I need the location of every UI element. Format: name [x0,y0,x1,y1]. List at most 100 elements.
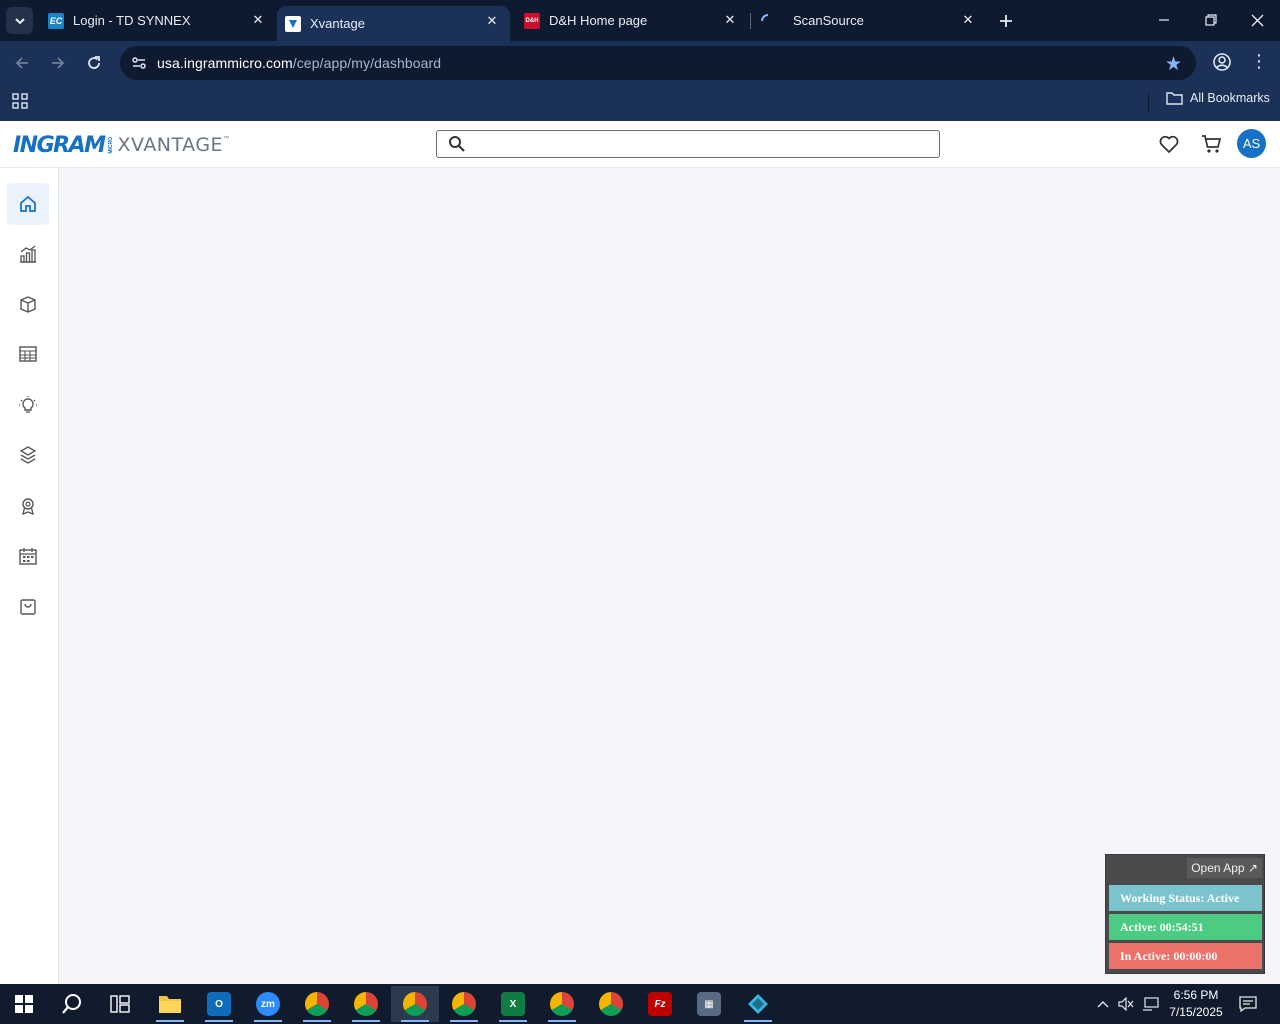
taskbar-chrome-o[interactable] [342,986,390,1022]
task-view-button[interactable] [96,986,144,1022]
tab-search-button[interactable] [6,7,33,34]
start-button[interactable] [0,986,48,1022]
running-indicator [303,1020,331,1022]
sidebar-item-calendar[interactable] [7,535,49,577]
dh-favicon-icon: D&H [524,12,540,29]
running-indicator [205,1020,233,1022]
loading-spinner-icon [760,13,776,29]
ingram-xvantage-logo[interactable]: INGRAM MICRO XVANTAGE ™ [13,132,229,158]
user-avatar[interactable]: AS [1237,129,1266,158]
all-bookmarks-button[interactable]: All Bookmarks [1166,91,1270,105]
sidebar-item-home[interactable] [7,183,49,225]
tab-dh-home[interactable]: D&H D&H Home page ✕ [510,0,748,41]
filezilla-icon: Fz [648,992,672,1016]
taskbar-excel[interactable]: X [489,986,537,1022]
search-icon [62,994,81,1014]
sidebar-item-products[interactable] [7,283,49,325]
sidebar-item-ideas[interactable] [7,384,49,426]
excel-icon: X [501,992,525,1016]
search-icon[interactable] [448,135,466,153]
running-indicator [352,1020,380,1022]
site-info-icon[interactable] [130,54,148,72]
xvantage-favicon-icon [285,15,301,32]
close-icon [1251,14,1263,26]
close-tab-icon[interactable]: ✕ [250,12,266,28]
running-indicator [450,1020,478,1022]
working-status: Working Status: Active [1109,885,1262,911]
address-bar[interactable]: usa.ingrammicro.com/cep/app/my/dashboard… [120,46,1196,80]
app-sidebar [0,168,59,984]
forward-button[interactable] [46,51,70,75]
bookmarks-bar: All Bookmarks [0,85,1280,121]
favorites-heart-icon[interactable] [1158,133,1180,155]
all-bookmarks-label: All Bookmarks [1190,91,1270,105]
back-button[interactable] [10,51,34,75]
restore-icon [1205,14,1217,26]
taskbar-calculator[interactable]: ▦ [685,986,733,1022]
network-icon[interactable] [1139,984,1161,1024]
volume-muted-icon[interactable] [1115,984,1137,1024]
restore-button[interactable] [1199,8,1223,32]
td-synnex-favicon-icon: EC [48,12,64,29]
tab-td-synnex[interactable]: EC Login - TD SYNNEX ✕ [40,0,276,41]
close-tab-icon[interactable]: ✕ [722,12,738,28]
taskbar-outlook[interactable]: O [195,986,243,1022]
taskbar-clock[interactable]: 6:56 PM 7/15/2025 [1160,987,1232,1021]
taskbar-chrome-active[interactable] [391,986,439,1022]
open-app-button[interactable]: Open App ↗ [1187,858,1262,878]
chrome-icon [550,992,574,1016]
site-search-box[interactable] [436,130,940,158]
tab-scansource[interactable]: ScanSource ✕ [752,0,986,41]
grid-table-icon [19,346,37,362]
taskbar-chrome-p[interactable] [587,986,635,1022]
zoom-icon: zm [256,992,280,1016]
sidebar-item-stack[interactable] [7,434,49,476]
arrow-right-icon [52,57,65,69]
box-icon [20,296,36,313]
browser-menu-icon[interactable]: ⋮ [1250,51,1268,73]
taskbar-file-explorer[interactable] [146,986,194,1022]
taskbar-vpn[interactable] [734,986,782,1022]
sidebar-item-analytics[interactable] [7,233,49,275]
taskbar-chrome-g[interactable] [440,986,488,1022]
clock-date: 7/15/2025 [1169,1005,1223,1019]
bookmark-star-icon[interactable]: ★ [1165,53,1182,76]
profile-icon[interactable] [1211,51,1233,73]
running-indicator [254,1020,282,1022]
close-tab-icon[interactable]: ✕ [960,12,976,28]
url-text: usa.ingrammicro.com/cep/app/my/dashboard [157,55,441,71]
minimize-button[interactable] [1152,8,1176,32]
clock-time: 6:56 PM [1173,988,1219,1002]
taskbar-zoom[interactable]: zm [244,986,292,1022]
cart-icon[interactable] [1201,133,1223,155]
taskbar-chrome-w[interactable] [293,986,341,1022]
taskbar-search-button[interactable] [48,986,96,1022]
url-path: /cep/app/my/dashboard [292,55,442,71]
notifications-icon[interactable] [1236,984,1260,1024]
logo-xvantage-text: XVANTAGE [117,134,224,156]
bookmark-separator [1148,92,1149,112]
chrome-icon [403,992,427,1016]
show-hidden-icons[interactable] [1093,984,1113,1024]
search-input[interactable] [475,134,930,154]
calendar-icon [19,548,37,565]
time-tracker-widget: Open App ↗ Working Status: Active Active… [1105,854,1265,974]
chrome-icon [599,992,623,1016]
tab-title: ScanSource [793,13,864,28]
site-header: INGRAM MICRO XVANTAGE ™ AS [0,121,1280,168]
apps-grid-icon[interactable] [11,92,29,110]
taskbar-chrome-r[interactable] [538,986,586,1022]
new-tab-button[interactable] [995,10,1017,32]
reload-button[interactable] [82,51,106,75]
plus-icon [1000,15,1012,27]
sidebar-item-orders[interactable] [7,585,49,627]
sidebar-item-grid[interactable] [7,333,49,375]
stack-icon [19,446,37,464]
tab-xvantage[interactable]: Xvantage ✕ [277,6,510,41]
chrome-icon [452,992,476,1016]
sidebar-item-rewards[interactable] [7,485,49,527]
close-window-button[interactable] [1245,8,1269,32]
close-tab-icon[interactable]: ✕ [484,13,500,29]
taskbar-filezilla[interactable]: Fz [636,986,684,1022]
browser-toolbar: usa.ingrammicro.com/cep/app/my/dashboard… [0,41,1280,85]
